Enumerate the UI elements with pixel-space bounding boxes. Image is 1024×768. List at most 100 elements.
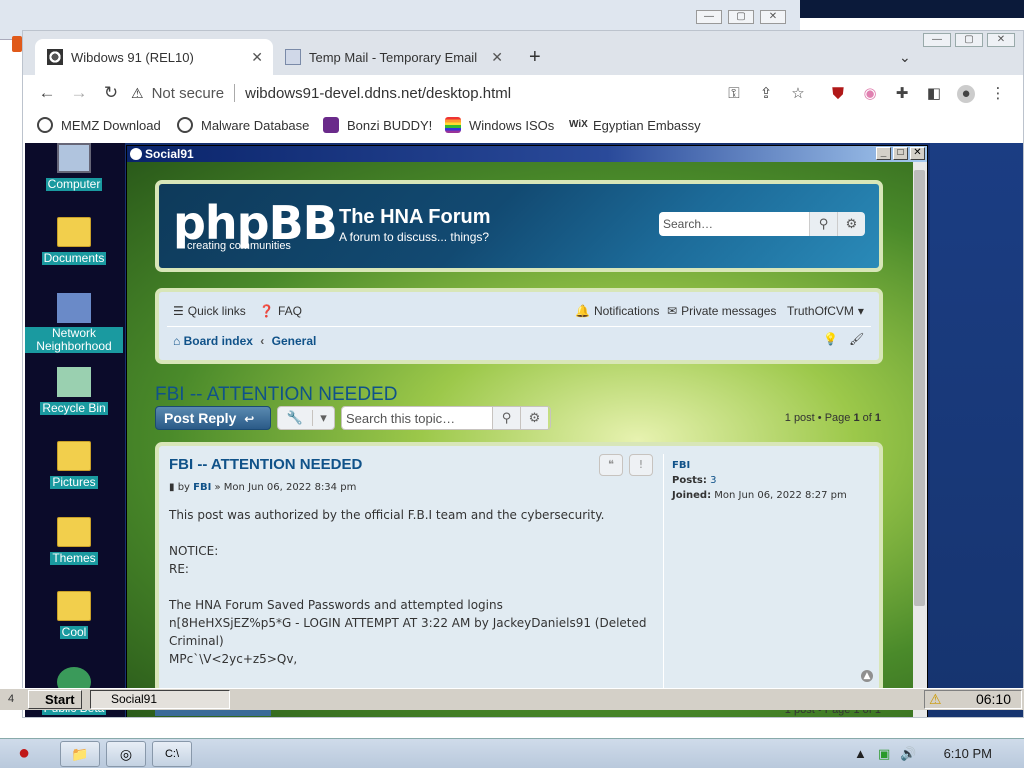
gear-icon[interactable]: ⚙ — [837, 212, 865, 236]
lightbulb-icon[interactable]: 💡 — [823, 332, 838, 346]
maximize-icon[interactable]: ▢ — [955, 33, 983, 47]
terminal-icon[interactable]: C:\ — [152, 741, 192, 767]
tab-wibdows91[interactable]: Wibdows 91 (REL10) ✕ — [35, 39, 273, 75]
close-tab-icon[interactable]: ✕ — [251, 49, 263, 66]
url-text[interactable]: wibdows91-devel.ddns.net/desktop.html — [245, 85, 511, 102]
bookmark-egyptian-embassy[interactable]: WiX Egyptian Embassy — [569, 117, 701, 133]
quick-links[interactable]: ☰ Quick links — [173, 304, 246, 318]
breadcrumb-board-index[interactable]: Board index — [184, 334, 253, 348]
user-menu[interactable]: TruthOfCVM ▾ — [787, 304, 864, 318]
tab-temp-mail[interactable]: Temp Mail - Temporary Email ✕ — [273, 39, 513, 75]
warning-triangle-icon[interactable]: ⚠ — [131, 85, 144, 102]
desktop-icon-network[interactable]: Network Neighborhood — [25, 293, 123, 353]
minimize-icon[interactable]: — — [923, 33, 951, 47]
logo-tagline: creating communities — [187, 240, 291, 252]
app-icon — [130, 148, 142, 160]
chrome-icon[interactable]: ◎ — [106, 741, 146, 767]
desktop-icon-cool[interactable]: Cool — [25, 591, 123, 639]
close-icon[interactable]: ✕ — [987, 33, 1015, 47]
extension-colorful-icon[interactable]: ◉ — [861, 85, 879, 103]
post-title[interactable]: FBI -- ATTENTION NEEDED — [169, 456, 362, 473]
wrench-icon: 🔧 — [286, 410, 304, 425]
ublock-icon[interactable]: ⛊ — [829, 85, 847, 103]
caret-down-icon: ▾ — [312, 410, 334, 426]
minimize-icon[interactable]: _ — [876, 147, 891, 160]
bookmark-windows-isos[interactable]: Windows ISOs — [445, 117, 554, 133]
hamburger-icon: ☰ — [173, 304, 184, 318]
tray-arrow-icon[interactable]: ▲ — [854, 746, 867, 761]
topic-search-input[interactable]: Search this topic… — [342, 407, 492, 429]
post-reply-button[interactable]: Post Reply ↩ — [155, 406, 271, 430]
sidebar-icon[interactable]: ◧ — [925, 85, 943, 103]
post-author-link[interactable]: FBI — [193, 482, 211, 493]
topic-title[interactable]: FBI -- ATTENTION NEEDED — [155, 384, 397, 406]
window-title: Social91 — [145, 147, 194, 161]
back-arrow-icon[interactable]: ← — [37, 83, 57, 103]
network-icon — [57, 293, 91, 323]
maximize-icon[interactable]: □ — [893, 147, 908, 160]
back-to-top-icon[interactable]: ▲ — [861, 670, 873, 682]
volume-icon[interactable]: 🔊 — [900, 746, 916, 762]
key-icon[interactable]: ⚿ — [725, 85, 743, 103]
computer-icon — [57, 143, 91, 173]
explorer-icon[interactable]: 📁 — [60, 741, 100, 767]
desktop-icon-pictures[interactable]: Pictures — [25, 441, 123, 489]
recycle-bin-icon — [57, 367, 91, 397]
bookmark-memz[interactable]: MEMZ Download — [37, 117, 161, 133]
window-title-bar[interactable]: Social91 _ □ ✕ — [127, 146, 927, 162]
maximize-icon[interactable]: ▢ — [728, 10, 754, 24]
search-icon[interactable]: ⚲ — [809, 212, 837, 236]
bookmark-bonzi-buddy[interactable]: Bonzi BUDDY! — [323, 117, 432, 133]
post-line: Criminal) — [169, 634, 224, 648]
extensions-puzzle-icon[interactable]: ✚ — [893, 85, 911, 103]
bookmark-malware-database[interactable]: Malware Database — [177, 117, 309, 133]
desktop-icon-recycle-bin[interactable]: Recycle Bin — [25, 367, 123, 415]
reload-icon[interactable]: ↻ — [101, 83, 121, 103]
close-icon[interactable]: ✕ — [760, 10, 786, 24]
forward-arrow-icon[interactable]: → — [69, 83, 89, 103]
bookmark-label: Windows ISOs — [469, 117, 555, 133]
not-secure-label[interactable]: Not secure — [152, 85, 225, 102]
address-bar[interactable]: ⚠ Not secure wibdows91-devel.ddns.net/de… — [131, 79, 727, 107]
inner-taskbar-social91[interactable]: Social91 — [90, 690, 230, 709]
gear-icon[interactable]: ⚙ — [520, 407, 548, 429]
minimize-icon[interactable]: — — [696, 10, 722, 24]
faq-link[interactable]: ❓ FAQ — [259, 304, 302, 318]
desktop-icon-themes[interactable]: Themes — [25, 517, 123, 565]
search-input[interactable]: Search… — [659, 212, 809, 236]
angry-bird-start-icon[interactable]: ● — [2, 741, 46, 767]
home-icon: ⌂ — [173, 334, 181, 348]
new-tab-button[interactable]: + — [517, 39, 553, 75]
notifications-link[interactable]: 🔔 Notifications — [575, 304, 659, 318]
taskbar-clock[interactable]: 6:10 PM — [944, 746, 992, 761]
menu-kebab-icon[interactable]: ⋮ — [989, 85, 1007, 103]
breadcrumb-general[interactable]: General — [272, 334, 317, 348]
scrollbar[interactable] — [911, 162, 927, 717]
desktop-icon-computer[interactable]: Computer — [25, 143, 123, 191]
warning-icon[interactable]: ⚠ — [929, 691, 942, 708]
profile-username[interactable]: FBI — [672, 460, 877, 471]
inner-start-button[interactable]: Start — [28, 690, 82, 709]
close-icon[interactable]: ✕ — [910, 147, 925, 160]
star-icon[interactable]: ☆ — [789, 85, 807, 103]
quote-icon[interactable]: ❝ — [599, 454, 623, 476]
system-tray: ▲ ▣ 🔊 6:10 PM — [854, 739, 1024, 768]
tab-search-chevron-icon[interactable]: ⌄ — [887, 39, 917, 75]
private-messages-link[interactable]: ✉ Private messages — [667, 304, 776, 318]
tab-strip: Wibdows 91 (REL10) ✕ Temp Mail - Tempora… — [23, 31, 1023, 75]
inner-taskbar: 4 Start Social91 ⚠ 06:10 — [0, 688, 1024, 710]
search-icon[interactable]: ⚲ — [492, 407, 520, 429]
desktop-icon-documents[interactable]: Documents — [25, 217, 123, 265]
share-icon[interactable]: ⇪ — [757, 85, 775, 103]
profile-avatar-icon[interactable]: ● — [957, 85, 975, 103]
topic-tools-button[interactable]: 🔧 ▾ — [277, 406, 335, 430]
close-tab-icon[interactable]: ✕ — [491, 49, 503, 66]
post-line: n[8HeHXSjEZ%p5*G - LOGIN ATTEMPT AT 3:22… — [169, 616, 647, 630]
tray-monitor-icon[interactable]: ▣ — [878, 746, 890, 762]
post-line: RE: — [169, 562, 189, 576]
paintbrush-icon[interactable]: 🖌 — [849, 332, 864, 346]
post-content: This post was authorized by the official… — [169, 506, 649, 668]
report-icon[interactable]: ! — [629, 454, 653, 476]
scrollbar-thumb[interactable] — [914, 170, 925, 606]
divider — [234, 84, 236, 102]
